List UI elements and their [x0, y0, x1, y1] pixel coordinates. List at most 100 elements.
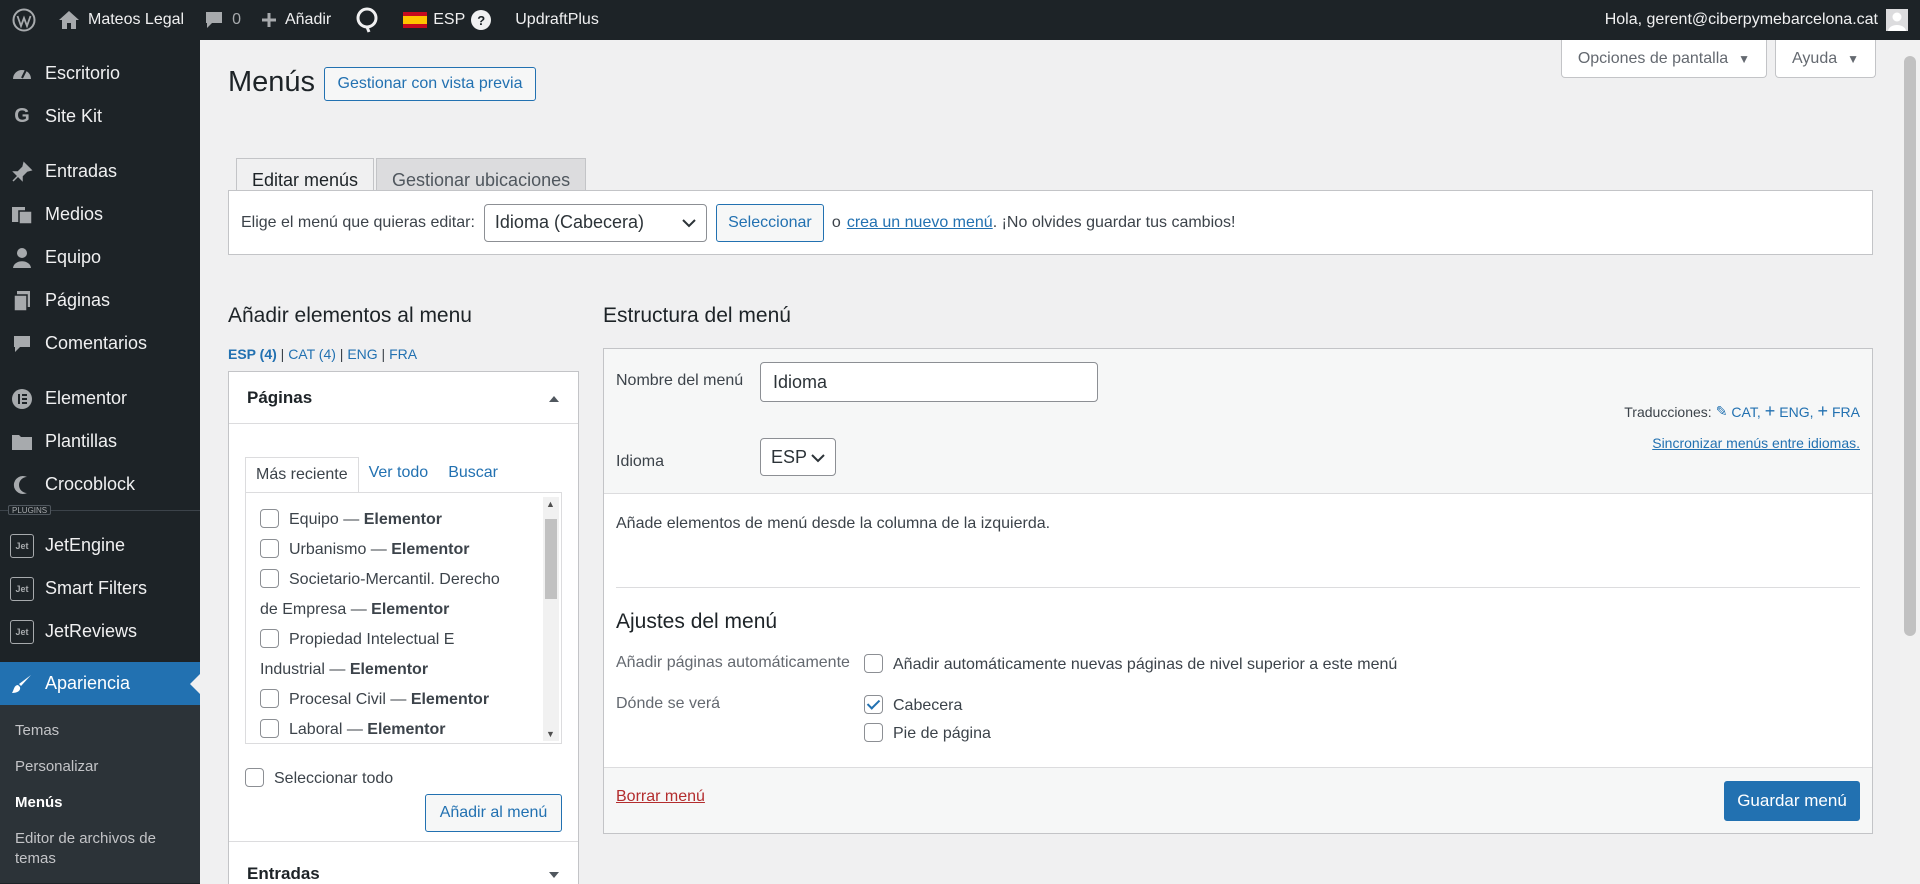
auto-add-option[interactable]: Añadir automáticamente nuevas páginas de…	[864, 654, 1397, 674]
sidebar-item-label: Crocoblock	[45, 474, 136, 494]
list-item[interactable]: Procesal Civil — Elementor	[260, 685, 533, 715]
page-scrollbar[interactable]	[1900, 40, 1920, 884]
list-item[interactable]: Societario-Mercantil. Derecho de Empresa …	[260, 565, 533, 625]
submenu-item-menus[interactable]: Menús	[0, 785, 200, 821]
select-all-row[interactable]: Seleccionar todo	[229, 744, 578, 788]
scrollbar-thumb[interactable]	[545, 519, 557, 599]
page-builder-text: Elementor	[363, 511, 442, 528]
submenu-item-personalizar[interactable]: Personalizar	[0, 749, 200, 785]
translation-cat-link[interactable]: CAT,	[1731, 404, 1760, 420]
page-checkbox[interactable]	[260, 689, 279, 708]
site-name: Mateos Legal	[88, 11, 185, 28]
menu-name-label: Nombre del menú	[616, 372, 744, 389]
sidebar-item-smart-filters[interactable]: Jet Smart Filters	[0, 567, 200, 610]
menu-name-input[interactable]: Idioma	[760, 362, 1098, 402]
spain-flag-icon	[403, 12, 428, 28]
list-item[interactable]: Laboral — Elementor	[260, 715, 533, 743]
sidebar-item-jetreviews[interactable]: Jet JetReviews	[0, 610, 200, 653]
appearance-submenu: Temas Personalizar Menús Editor de archi…	[0, 705, 200, 883]
lang-filter-eng[interactable]: ENG	[347, 346, 377, 362]
submenu-item-theme-editor[interactable]: Editor de archivos de temas	[0, 821, 200, 877]
manage-with-preview-button[interactable]: Gestionar con vista previa	[324, 67, 536, 101]
menu-select-dropdown[interactable]: Idioma (Cabecera)	[483, 203, 707, 242]
sidebar-item-plantillas[interactable]: Plantillas	[0, 420, 200, 463]
new-content-link[interactable]: Añadir	[251, 0, 341, 40]
updraftplus-link[interactable]: UpdraftPlus	[501, 0, 609, 40]
admin-sidebar: Escritorio G Site Kit Entradas Medios Eq…	[0, 40, 200, 884]
page-title-text: Procesal Civil —	[289, 691, 411, 708]
location-header-checkbox[interactable]	[864, 695, 883, 714]
page-checkbox[interactable]	[260, 539, 279, 558]
plus-icon	[261, 12, 277, 28]
add-to-menu-button[interactable]: Añadir al menú	[425, 794, 562, 832]
sidebar-item-medios[interactable]: Medios	[0, 193, 200, 236]
comments-link[interactable]: 0	[194, 0, 251, 40]
submenu-item-temas[interactable]: Temas	[0, 713, 200, 749]
pages-accordion-header[interactable]: Páginas	[229, 372, 578, 424]
language-label: ESP	[433, 11, 466, 28]
sidebar-item-entradas[interactable]: Entradas	[0, 150, 200, 193]
lang-filter-fra[interactable]: FRA	[389, 346, 417, 362]
list-item[interactable]: Propiedad Intelectual E Industrial — Elem…	[260, 625, 533, 685]
seo-icon[interactable]	[341, 0, 393, 40]
screen-options-button[interactable]: Opciones de pantalla ▼	[1560, 40, 1768, 78]
select-menu-button[interactable]: Seleccionar	[715, 203, 824, 242]
sidebar-item-equipo[interactable]: Equipo	[0, 236, 200, 279]
list-item[interactable]: Equipo — Elementor	[260, 505, 533, 535]
new-label: Añadir	[284, 11, 332, 28]
google-icon: G	[14, 105, 30, 127]
scroll-down-icon[interactable]: ▼	[546, 729, 555, 739]
tab-search[interactable]: Buscar	[438, 456, 508, 492]
page-title-text: de Empresa —	[260, 601, 372, 618]
posts-accordion-title: Entradas	[247, 864, 320, 883]
list-item[interactable]: Urbanismo — Elementor	[260, 535, 533, 565]
sidebar-item-paginas[interactable]: Páginas	[0, 279, 200, 322]
page-checkbox[interactable]	[260, 719, 279, 738]
translation-fra-link[interactable]: FRA	[1832, 404, 1860, 420]
scroll-up-icon[interactable]: ▲	[546, 499, 555, 509]
lang-filter-esp[interactable]: ESP (4)	[228, 346, 277, 362]
sidebar-item-site-kit[interactable]: G Site Kit	[0, 95, 200, 138]
help-button[interactable]: Ayuda ▼	[1775, 40, 1876, 78]
posts-accordion-header[interactable]: Entradas	[229, 848, 578, 884]
select-all-checkbox[interactable]	[245, 768, 264, 787]
plus-icon: +	[1817, 401, 1828, 421]
lang-filter-cat[interactable]: CAT (4)	[288, 346, 336, 362]
create-new-menu-link[interactable]: crea un nuevo menú	[847, 214, 993, 232]
page-scrollbar-thumb[interactable]	[1904, 56, 1916, 636]
sidebar-item-label: JetEngine	[45, 535, 126, 555]
language-switcher[interactable]: ESP ?	[393, 0, 501, 40]
menu-structure-header: Nombre del menú Idioma Traducciones: ✎ C…	[604, 349, 1872, 494]
page-title-text: Propiedad Intelectual E	[289, 631, 455, 648]
sidebar-item-escritorio[interactable]: Escritorio	[0, 52, 200, 95]
sync-menus-link[interactable]: Sincronizar menús entre idiomas.	[1652, 435, 1860, 451]
page-checkbox[interactable]	[260, 509, 279, 528]
brush-icon	[10, 672, 34, 696]
location-footer-checkbox[interactable]	[864, 723, 883, 742]
tab-view-all[interactable]: Ver todo	[359, 456, 439, 492]
tab-most-recent[interactable]: Más reciente	[245, 457, 359, 493]
page-title-text: Urbanismo —	[289, 541, 392, 558]
help-label: Ayuda	[1792, 49, 1838, 67]
location-header-option[interactable]: Cabecera	[864, 695, 962, 715]
sidebar-item-comentarios[interactable]: Comentarios	[0, 322, 200, 365]
page-checkbox[interactable]	[260, 629, 279, 648]
page-title-text: Laboral —	[289, 721, 368, 738]
sidebar-item-jetengine[interactable]: Jet JetEngine	[0, 524, 200, 567]
save-menu-button[interactable]: Guardar menú	[1724, 781, 1860, 821]
account-menu[interactable]: Hola, gerent@ciberpymebarcelona.cat	[1605, 0, 1920, 40]
language-select[interactable]: ESP	[760, 438, 836, 476]
page-checkbox[interactable]	[260, 569, 279, 588]
sidebar-item-apariencia[interactable]: Apariencia	[0, 662, 200, 705]
wordpress-logo-icon[interactable]	[0, 0, 48, 40]
or-text: o	[831, 213, 841, 231]
delete-menu-link[interactable]: Borrar menú	[616, 788, 705, 806]
sidebar-item-crocoblock[interactable]: Crocoblock	[0, 463, 200, 506]
site-name-link[interactable]: Mateos Legal	[48, 0, 194, 40]
translation-eng-link[interactable]: ENG,	[1779, 404, 1813, 420]
screen-options-label: Opciones de pantalla	[1577, 49, 1729, 67]
checklist-scrollbar[interactable]: ▲ ▼	[543, 497, 559, 741]
sidebar-item-elementor[interactable]: Elementor	[0, 377, 200, 420]
location-footer-option[interactable]: Pie de página	[864, 723, 991, 743]
auto-add-checkbox[interactable]	[864, 654, 883, 673]
